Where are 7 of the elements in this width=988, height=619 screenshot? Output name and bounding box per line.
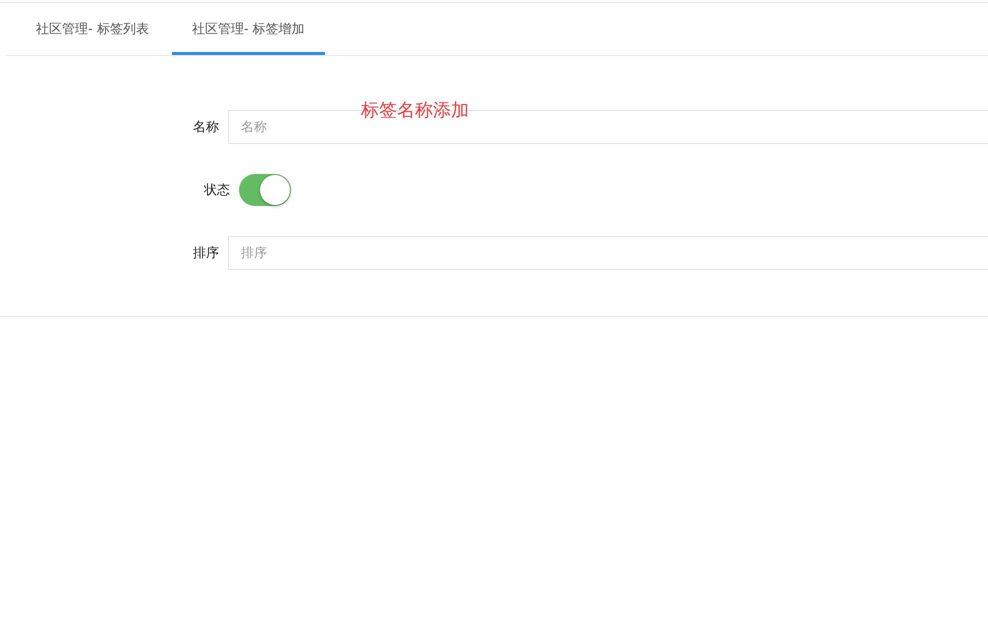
input-field[interactable]: 排序 (228, 236, 988, 270)
field-label: 排序 (192, 245, 220, 262)
tab[interactable]: 社区管理- 标签增加 (172, 3, 325, 55)
tab[interactable]: 社区管理- 标签列表 (16, 3, 169, 55)
toggle-switch[interactable] (239, 174, 291, 206)
field-label: 名称 (192, 119, 220, 136)
field-label: 状态 (202, 182, 231, 199)
